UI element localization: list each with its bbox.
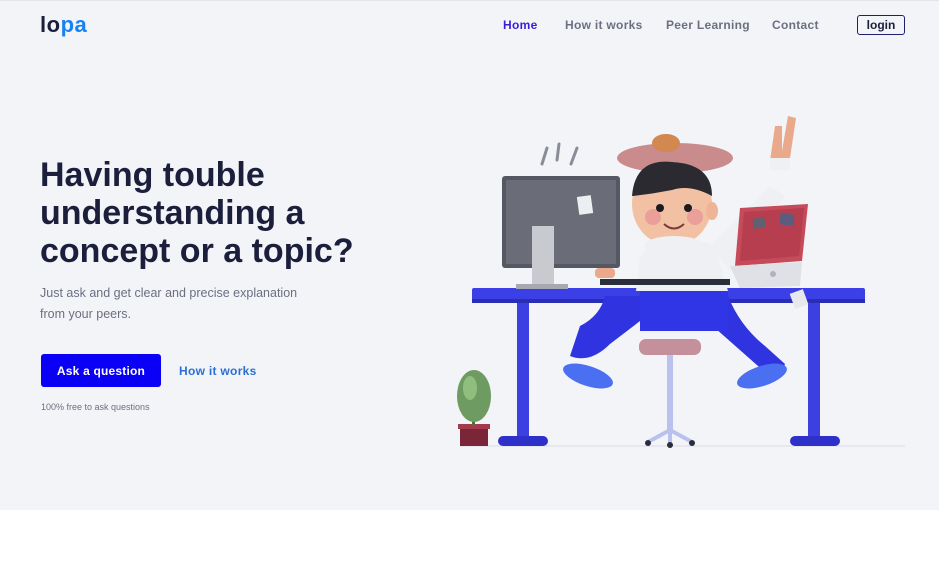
how-it-works-link[interactable]: How it works	[179, 364, 257, 378]
free-note: 100% free to ask questions	[41, 402, 150, 412]
chair-icon	[639, 339, 701, 448]
nav-home[interactable]: Home	[503, 18, 538, 32]
nav-contact[interactable]: Contact	[772, 18, 819, 32]
headline-line: understanding a	[40, 194, 305, 232]
hero-headline: Having touble understanding a concept or…	[40, 156, 400, 270]
logo-text-part1: lo	[40, 12, 61, 37]
subtitle-line: Just ask and get clear and precise expla…	[40, 286, 298, 300]
monitor-icon	[502, 142, 620, 289]
hero-subtitle: Just ask and get clear and precise expla…	[40, 283, 320, 325]
ask-question-button[interactable]: Ask a question	[41, 354, 161, 387]
site-logo[interactable]: lopa	[40, 12, 87, 38]
headline-line: Having touble	[40, 156, 265, 194]
headline-line: concept or a topic?	[40, 232, 354, 270]
nav-peer-learning[interactable]: Peer Learning	[666, 18, 750, 32]
plant-icon	[457, 370, 491, 446]
logo-text-part2: pa	[60, 12, 88, 37]
login-button[interactable]: login	[857, 15, 905, 35]
student-at-desk-illustration	[457, 116, 905, 448]
hero-section: lopa Home How it works Peer Learning Con…	[0, 0, 939, 510]
nav-how-it-works[interactable]: How it works	[565, 18, 643, 32]
subtitle-line: from your peers.	[40, 307, 132, 321]
